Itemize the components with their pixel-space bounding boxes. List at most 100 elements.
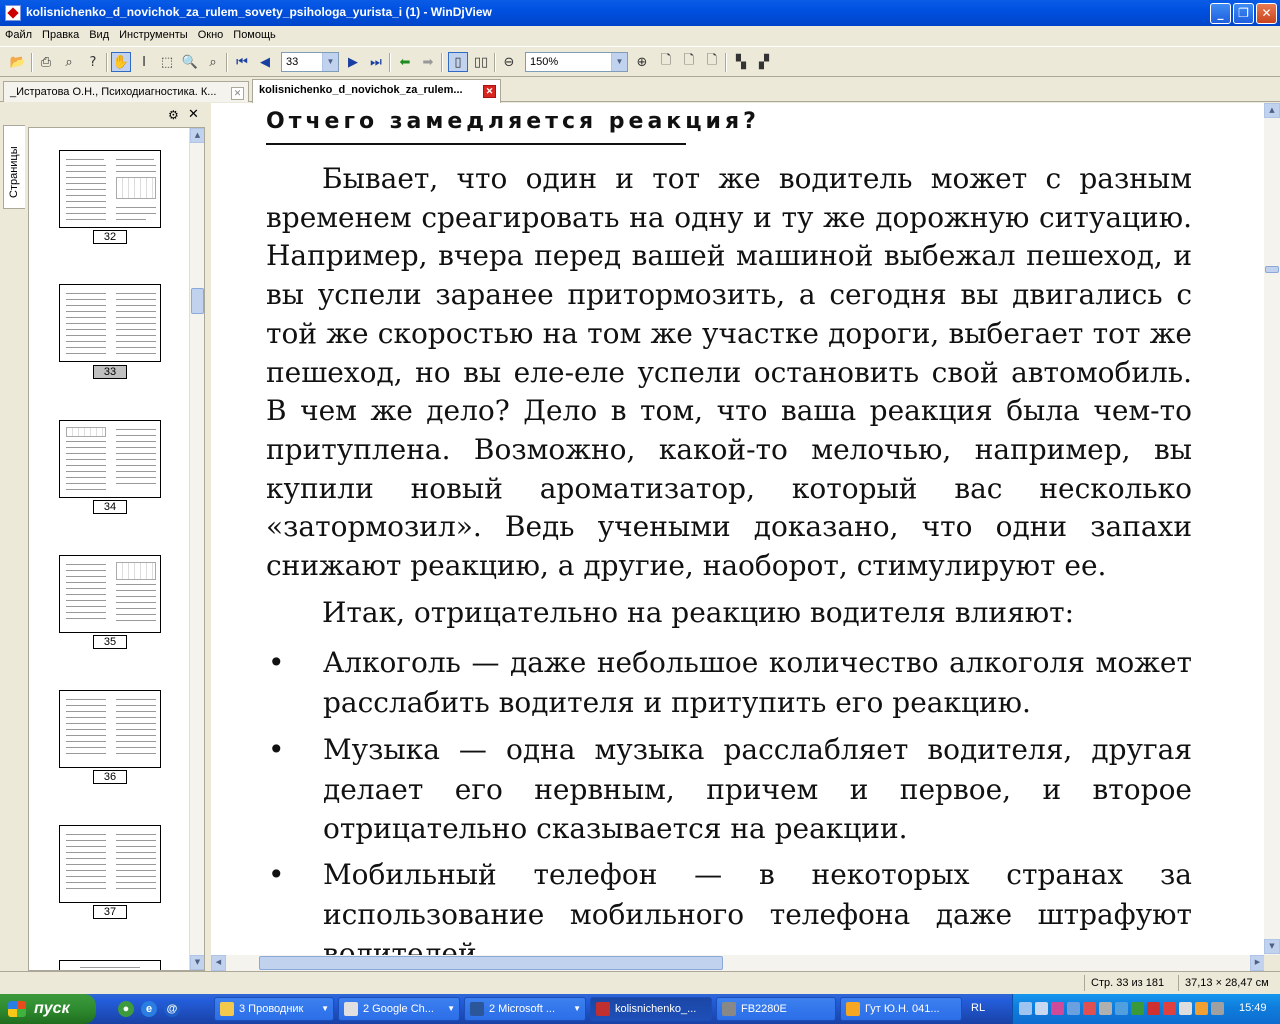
horizontal-scrollbar[interactable]: ◀ ▶ [211, 955, 1265, 971]
page-thumbnail-37[interactable] [59, 825, 161, 903]
tray-app-icon[interactable] [1195, 1002, 1208, 1015]
taskbar-item-word[interactable]: 2 Microsoft ... ▼ [464, 997, 586, 1021]
first-page-icon[interactable]: ⏮ [232, 52, 252, 72]
fit-width-icon[interactable]: 🗋 [679, 52, 699, 72]
facing-pages-icon[interactable]: ▯▯ [471, 52, 491, 72]
chevron-down-icon[interactable]: ▼ [322, 53, 338, 71]
task-label: 3 Проводник [239, 1003, 304, 1015]
vertical-scroll-thumb[interactable] [1265, 266, 1279, 273]
thumbnail-scroll-thumb[interactable] [191, 288, 204, 314]
last-page-icon[interactable]: ⏭ [366, 52, 386, 72]
color-mode-icon[interactable]: ▚ [731, 52, 751, 72]
menu-window[interactable]: Окно [193, 26, 229, 44]
forward-icon[interactable]: ➡ [418, 52, 438, 72]
tray-app-icon[interactable] [1131, 1002, 1144, 1015]
thumbnail-label: 32 [93, 230, 127, 244]
zoom-in-icon[interactable]: ⊕ [632, 52, 652, 72]
back-icon[interactable]: ⬅ [395, 52, 415, 72]
single-page-icon[interactable]: ▯ [448, 52, 468, 72]
app-icon[interactable] [5, 5, 21, 21]
page-thumbnail-32[interactable] [59, 150, 161, 228]
thumbnail-panel: ⚙ ✕ 32 33 34 35 36 37 ▲ ▼ [28, 103, 205, 971]
maximize-button[interactable]: ❐ [1233, 3, 1254, 24]
volume-icon[interactable] [1179, 1002, 1192, 1015]
horizontal-scroll-thumb[interactable] [259, 956, 723, 970]
close-icon[interactable]: ✕ [188, 107, 199, 122]
hand-tool-icon[interactable]: ✋ [111, 52, 131, 72]
menu-view[interactable]: Вид [84, 26, 114, 44]
zoom-combo[interactable]: 150% ▼ [525, 52, 628, 72]
tray-app-icon[interactable] [1035, 1002, 1048, 1015]
page-thumbnail-35[interactable] [59, 555, 161, 633]
fit-page-icon[interactable]: 🗋 [656, 52, 676, 72]
gear-icon[interactable]: ⚙ [168, 108, 179, 122]
document-view[interactable]: Отчего замедляется реакция? Бывает, что … [211, 103, 1265, 955]
page-number-combo[interactable]: 33 ▼ [281, 52, 339, 72]
scroll-up-icon[interactable]: ▲ [1264, 103, 1280, 118]
close-icon[interactable]: ✕ [231, 87, 244, 100]
rect-select-icon[interactable]: ⬚ [157, 52, 177, 72]
thumbnail-label: 34 [93, 500, 127, 514]
magnifier-icon[interactable]: ⌕ [203, 52, 223, 72]
windjview-icon [596, 1002, 610, 1016]
chevron-down-icon[interactable]: ▼ [611, 53, 627, 71]
tray-app-icon[interactable] [1163, 1002, 1176, 1015]
tray-app-icon[interactable] [1067, 1002, 1080, 1015]
text-select-icon[interactable]: I [134, 52, 154, 72]
menu-edit[interactable]: Правка [37, 26, 84, 44]
network-icon[interactable] [1019, 1002, 1032, 1015]
next-page-icon[interactable]: ▶ [343, 52, 363, 72]
internet-explorer-icon[interactable]: e [141, 1001, 157, 1017]
messenger-icon[interactable]: @ [164, 1001, 180, 1017]
taskbar-item-fb2280e[interactable]: FB2280E [716, 997, 836, 1021]
language-indicator[interactable]: RL [971, 1002, 985, 1014]
taskbar-item-chrome[interactable]: 2 Google Ch... ▼ [338, 997, 460, 1021]
thumbnail-list[interactable]: 32 33 34 35 36 37 ▲ ▼ [28, 127, 205, 971]
window-title: kolisnichenko_d_novichok_za_rulem_sovety… [26, 5, 492, 19]
tray-app-icon[interactable] [1211, 1002, 1224, 1015]
section-heading: Отчего замедляется реакция? [266, 109, 760, 145]
page-thumbnail-38[interactable] [59, 960, 161, 970]
layer-icon[interactable]: ▞ [754, 52, 774, 72]
scroll-right-icon[interactable]: ▶ [1250, 955, 1265, 971]
page-thumbnail-36[interactable] [59, 690, 161, 768]
tab-document-1[interactable]: _Истратова О.Н., Психодиагностика. К... … [3, 81, 249, 102]
find-icon[interactable]: ⌕ [59, 52, 79, 72]
minimize-button[interactable]: _ [1210, 3, 1231, 24]
tab-pages[interactable]: Страницы [3, 125, 25, 209]
chrome-icon[interactable]: ● [118, 1001, 134, 1017]
scroll-up-icon[interactable]: ▲ [190, 128, 204, 143]
zoom-tool-icon[interactable]: 🔍 [180, 52, 200, 72]
zoom-out-icon[interactable]: ⊖ [499, 52, 519, 72]
actual-size-icon[interactable]: 🗋 [702, 52, 722, 72]
taskbar-item-document[interactable]: Гут Ю.Н. 041... [840, 997, 962, 1021]
taskbar-item-explorer[interactable]: 3 Проводник ▼ [214, 997, 334, 1021]
antivirus-icon[interactable] [1147, 1002, 1160, 1015]
vertical-scrollbar[interactable]: ▲ ▼ [1264, 103, 1280, 955]
tab-pages-label: Страницы [8, 146, 20, 198]
clock[interactable]: 15:49 [1239, 1002, 1267, 1014]
close-icon[interactable]: ✕ [483, 85, 496, 98]
menu-file[interactable]: Файл [0, 26, 37, 44]
tray-app-icon[interactable] [1051, 1002, 1064, 1015]
scroll-down-icon[interactable]: ▼ [1264, 939, 1280, 954]
scroll-left-icon[interactable]: ◀ [211, 955, 226, 971]
scroll-down-icon[interactable]: ▼ [190, 955, 204, 970]
start-button[interactable]: пуск [0, 994, 96, 1024]
menu-tools[interactable]: Инструменты [114, 26, 193, 44]
list-item-text: Музыка — одна музыка расслабляет водител… [323, 733, 1192, 845]
open-folder-icon[interactable]: 📂 [8, 52, 28, 72]
close-button[interactable]: ✕ [1256, 3, 1277, 24]
print-icon[interactable]: ⎙ [36, 52, 56, 72]
thumbnail-scrollbar[interactable]: ▲ ▼ [189, 128, 204, 970]
tab-document-2[interactable]: kolisnichenko_d_novichok_za_rulem... ✕ [252, 79, 501, 103]
page-thumbnail-33[interactable] [59, 284, 161, 362]
help-icon[interactable]: ? [83, 52, 103, 72]
tray-app-icon[interactable] [1083, 1002, 1096, 1015]
page-thumbnail-34[interactable] [59, 420, 161, 498]
tray-app-icon[interactable] [1099, 1002, 1112, 1015]
menu-help[interactable]: Помощь [228, 26, 281, 44]
tray-app-icon[interactable] [1115, 1002, 1128, 1015]
taskbar-item-windjview[interactable]: kolisnichenko_... [590, 997, 712, 1021]
previous-page-icon[interactable]: ◀ [255, 52, 275, 72]
